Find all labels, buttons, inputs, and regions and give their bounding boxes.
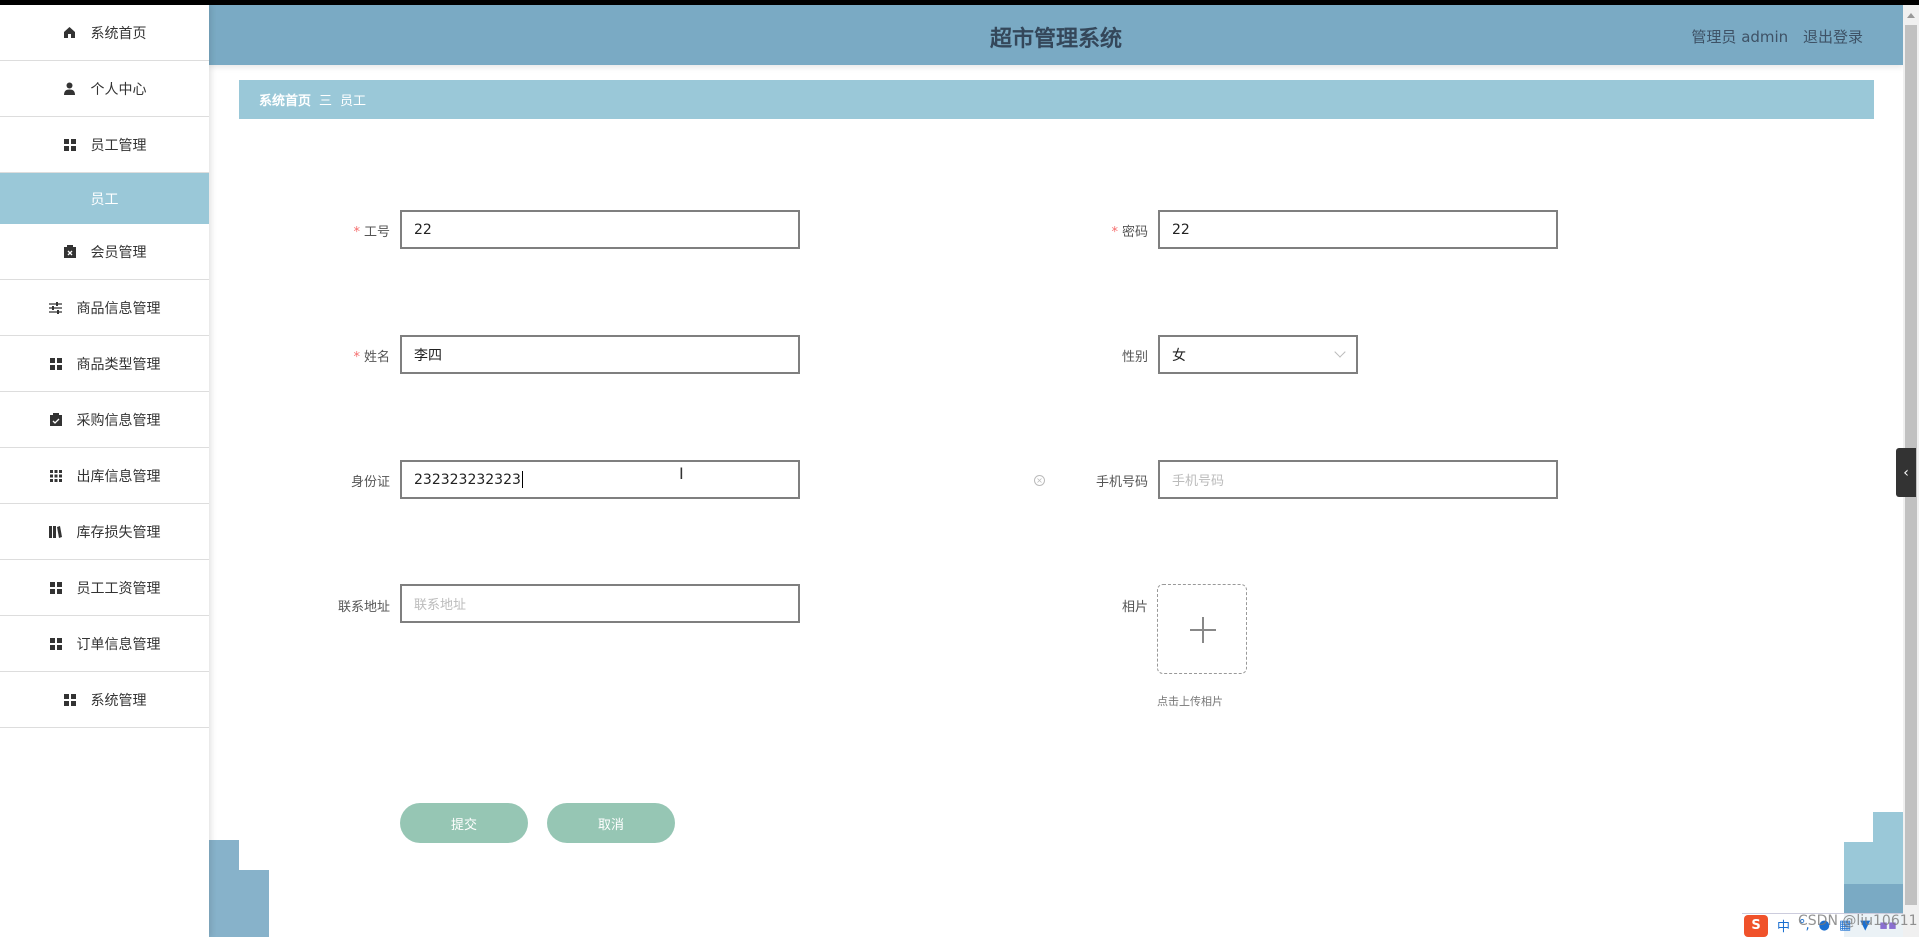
id-card-label: 身份证 <box>350 475 390 490</box>
breadcrumb: 系统首页 三 员工 <box>239 80 1874 119</box>
password-label: * 密码 <box>1111 225 1148 240</box>
phone-input[interactable]: 手机号码 <box>1158 460 1558 499</box>
user-area: 管理员 admin 退出登录 <box>1681 26 1863 47</box>
sidebar-item-profile[interactable]: 个人中心 <box>0 61 209 117</box>
sidebar-item-salary[interactable]: 员工工资管理 <box>0 560 209 616</box>
photo-label: 相片 <box>1121 600 1148 615</box>
sidebar-subitem-employee[interactable]: 员工 <box>0 173 209 224</box>
password-input[interactable]: 22 <box>1158 210 1558 249</box>
photo-upload[interactable] <box>1157 584 1247 674</box>
clipboard-check-icon <box>49 413 63 427</box>
scroll-up-icon[interactable] <box>1907 13 1915 18</box>
sidebar-item-purchase[interactable]: 采购信息管理 <box>0 392 209 448</box>
sidebar: 系统首页 个人中心 员工管理 员工 会员管理 商品信息管理 商品类型管理 采购信… <box>0 5 209 937</box>
decoration-left <box>209 840 239 937</box>
sidebar-item-outbound[interactable]: 出库信息管理 <box>0 448 209 504</box>
sidebar-item-product-type[interactable]: 商品类型管理 <box>0 336 209 392</box>
sidebar-item-orders[interactable]: 订单信息管理 <box>0 616 209 672</box>
ime-lang[interactable]: 中 <box>1777 916 1790 935</box>
gender-select[interactable]: 女 <box>1158 335 1358 374</box>
address-label: 联系地址 <box>337 600 390 615</box>
upload-tip: 点击上传相片 <box>1157 695 1223 708</box>
sidebar-item-home[interactable]: 系统首页 <box>0 5 209 61</box>
breadcrumb-home[interactable]: 系统首页 <box>259 90 311 109</box>
grid-icon <box>49 357 63 371</box>
emp-no-label: * 工号 <box>353 225 390 240</box>
sogou-logo-icon: S <box>1744 914 1768 937</box>
submit-button[interactable]: 提交 <box>400 803 528 843</box>
breadcrumb-current: 员工 <box>340 94 367 109</box>
clipboard-x-icon <box>63 245 77 259</box>
current-user: 管理员 admin <box>1691 28 1789 46</box>
grid-3x3-icon <box>49 469 63 483</box>
phone-label: 手机号码 <box>1095 475 1148 490</box>
plus-icon-v <box>1202 617 1204 643</box>
top-header: 超市管理系统 管理员 admin 退出登录 <box>209 5 1903 65</box>
text-caret <box>521 471 523 488</box>
book-icon <box>49 525 63 539</box>
cancel-button[interactable]: 取消 <box>547 803 675 843</box>
home-icon <box>63 26 77 40</box>
name-input[interactable]: 李四 <box>400 335 800 374</box>
name-label: * 姓名 <box>353 350 390 365</box>
address-input[interactable]: 联系地址 <box>400 584 800 623</box>
sliders-icon <box>49 301 63 315</box>
user-icon <box>63 82 77 96</box>
chevron-left-icon: ‹ <box>1903 464 1909 481</box>
grid-icon <box>63 138 77 152</box>
grid-icon <box>63 693 77 707</box>
logout-link[interactable]: 退出登录 <box>1803 28 1863 46</box>
watermark: CSDN @liu10611 <box>1798 913 1918 929</box>
sidebar-item-member-mgmt[interactable]: 会员管理 <box>0 224 209 280</box>
side-panel-toggle[interactable]: ‹ <box>1896 448 1916 497</box>
breadcrumb-separator: 三 <box>319 94 333 109</box>
gender-label: 性别 <box>1121 350 1148 365</box>
emp-no-input[interactable]: 22 <box>400 210 800 249</box>
text-cursor-icon: I <box>679 464 684 483</box>
id-card-input[interactable]: 232323232323 <box>400 460 800 499</box>
sidebar-item-inventory-loss[interactable]: 库存损失管理 <box>0 504 209 560</box>
sidebar-item-system[interactable]: 系统管理 <box>0 672 209 728</box>
grid-icon <box>49 581 63 595</box>
app-title: 超市管理系统 <box>989 27 1122 52</box>
chevron-down-icon <box>1334 346 1346 358</box>
sidebar-item-employee-mgmt[interactable]: 员工管理 <box>0 117 209 173</box>
grid-icon <box>49 637 63 651</box>
sidebar-item-product-info[interactable]: 商品信息管理 <box>0 280 209 336</box>
decoration-left-2 <box>239 870 269 937</box>
